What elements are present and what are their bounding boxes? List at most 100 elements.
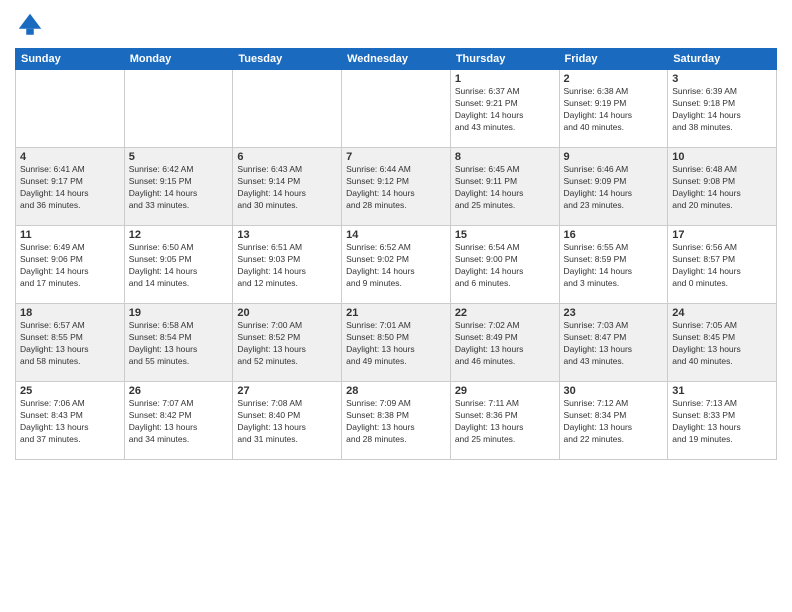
day-info: Sunrise: 6:58 AM Sunset: 8:54 PM Dayligh… xyxy=(129,320,229,368)
day-number: 17 xyxy=(672,229,772,241)
day-cell: 9Sunrise: 6:46 AM Sunset: 9:09 PM Daylig… xyxy=(559,148,668,226)
day-cell: 24Sunrise: 7:05 AM Sunset: 8:45 PM Dayli… xyxy=(668,304,777,382)
day-cell: 3Sunrise: 6:39 AM Sunset: 9:18 PM Daylig… xyxy=(668,70,777,148)
day-cell: 26Sunrise: 7:07 AM Sunset: 8:42 PM Dayli… xyxy=(124,382,233,460)
day-cell: 23Sunrise: 7:03 AM Sunset: 8:47 PM Dayli… xyxy=(559,304,668,382)
day-cell: 7Sunrise: 6:44 AM Sunset: 9:12 PM Daylig… xyxy=(342,148,451,226)
day-info: Sunrise: 6:51 AM Sunset: 9:03 PM Dayligh… xyxy=(237,242,337,290)
day-info: Sunrise: 6:45 AM Sunset: 9:11 PM Dayligh… xyxy=(455,164,555,212)
day-cell: 22Sunrise: 7:02 AM Sunset: 8:49 PM Dayli… xyxy=(450,304,559,382)
day-info: Sunrise: 7:13 AM Sunset: 8:33 PM Dayligh… xyxy=(672,398,772,446)
day-number: 4 xyxy=(20,151,120,163)
day-number: 29 xyxy=(455,385,555,397)
day-info: Sunrise: 7:00 AM Sunset: 8:52 PM Dayligh… xyxy=(237,320,337,368)
week-row-1: 1Sunrise: 6:37 AM Sunset: 9:21 PM Daylig… xyxy=(16,70,777,148)
day-info: Sunrise: 6:42 AM Sunset: 9:15 PM Dayligh… xyxy=(129,164,229,212)
day-number: 22 xyxy=(455,307,555,319)
day-number: 30 xyxy=(564,385,664,397)
day-number: 27 xyxy=(237,385,337,397)
day-number: 6 xyxy=(237,151,337,163)
day-info: Sunrise: 6:57 AM Sunset: 8:55 PM Dayligh… xyxy=(20,320,120,368)
week-row-5: 25Sunrise: 7:06 AM Sunset: 8:43 PM Dayli… xyxy=(16,382,777,460)
week-row-3: 11Sunrise: 6:49 AM Sunset: 9:06 PM Dayli… xyxy=(16,226,777,304)
day-cell: 18Sunrise: 6:57 AM Sunset: 8:55 PM Dayli… xyxy=(16,304,125,382)
day-cell: 5Sunrise: 6:42 AM Sunset: 9:15 PM Daylig… xyxy=(124,148,233,226)
day-info: Sunrise: 6:54 AM Sunset: 9:00 PM Dayligh… xyxy=(455,242,555,290)
header xyxy=(15,10,777,40)
day-cell: 10Sunrise: 6:48 AM Sunset: 9:08 PM Dayli… xyxy=(668,148,777,226)
day-cell: 25Sunrise: 7:06 AM Sunset: 8:43 PM Dayli… xyxy=(16,382,125,460)
day-cell: 29Sunrise: 7:11 AM Sunset: 8:36 PM Dayli… xyxy=(450,382,559,460)
day-info: Sunrise: 7:11 AM Sunset: 8:36 PM Dayligh… xyxy=(455,398,555,446)
day-cell: 15Sunrise: 6:54 AM Sunset: 9:00 PM Dayli… xyxy=(450,226,559,304)
col-header-monday: Monday xyxy=(124,49,233,70)
day-cell: 20Sunrise: 7:00 AM Sunset: 8:52 PM Dayli… xyxy=(233,304,342,382)
day-info: Sunrise: 6:49 AM Sunset: 9:06 PM Dayligh… xyxy=(20,242,120,290)
day-number: 8 xyxy=(455,151,555,163)
day-info: Sunrise: 7:03 AM Sunset: 8:47 PM Dayligh… xyxy=(564,320,664,368)
logo xyxy=(15,10,49,40)
day-info: Sunrise: 7:07 AM Sunset: 8:42 PM Dayligh… xyxy=(129,398,229,446)
day-cell: 2Sunrise: 6:38 AM Sunset: 9:19 PM Daylig… xyxy=(559,70,668,148)
day-info: Sunrise: 6:55 AM Sunset: 8:59 PM Dayligh… xyxy=(564,242,664,290)
day-info: Sunrise: 6:48 AM Sunset: 9:08 PM Dayligh… xyxy=(672,164,772,212)
day-cell: 19Sunrise: 6:58 AM Sunset: 8:54 PM Dayli… xyxy=(124,304,233,382)
day-cell: 11Sunrise: 6:49 AM Sunset: 9:06 PM Dayli… xyxy=(16,226,125,304)
day-info: Sunrise: 6:50 AM Sunset: 9:05 PM Dayligh… xyxy=(129,242,229,290)
calendar-table: SundayMondayTuesdayWednesdayThursdayFrid… xyxy=(15,48,777,460)
day-number: 23 xyxy=(564,307,664,319)
day-number: 21 xyxy=(346,307,446,319)
week-row-4: 18Sunrise: 6:57 AM Sunset: 8:55 PM Dayli… xyxy=(16,304,777,382)
day-cell: 14Sunrise: 6:52 AM Sunset: 9:02 PM Dayli… xyxy=(342,226,451,304)
day-number: 16 xyxy=(564,229,664,241)
day-number: 31 xyxy=(672,385,772,397)
day-number: 12 xyxy=(129,229,229,241)
day-cell: 1Sunrise: 6:37 AM Sunset: 9:21 PM Daylig… xyxy=(450,70,559,148)
page: SundayMondayTuesdayWednesdayThursdayFrid… xyxy=(0,0,792,612)
day-info: Sunrise: 6:39 AM Sunset: 9:18 PM Dayligh… xyxy=(672,86,772,134)
day-cell: 17Sunrise: 6:56 AM Sunset: 8:57 PM Dayli… xyxy=(668,226,777,304)
day-cell: 12Sunrise: 6:50 AM Sunset: 9:05 PM Dayli… xyxy=(124,226,233,304)
day-cell: 31Sunrise: 7:13 AM Sunset: 8:33 PM Dayli… xyxy=(668,382,777,460)
day-cell: 28Sunrise: 7:09 AM Sunset: 8:38 PM Dayli… xyxy=(342,382,451,460)
day-info: Sunrise: 7:08 AM Sunset: 8:40 PM Dayligh… xyxy=(237,398,337,446)
day-cell: 16Sunrise: 6:55 AM Sunset: 8:59 PM Dayli… xyxy=(559,226,668,304)
day-info: Sunrise: 7:01 AM Sunset: 8:50 PM Dayligh… xyxy=(346,320,446,368)
day-number: 3 xyxy=(672,73,772,85)
day-info: Sunrise: 7:12 AM Sunset: 8:34 PM Dayligh… xyxy=(564,398,664,446)
day-number: 13 xyxy=(237,229,337,241)
logo-icon xyxy=(15,10,45,40)
day-cell: 8Sunrise: 6:45 AM Sunset: 9:11 PM Daylig… xyxy=(450,148,559,226)
day-number: 28 xyxy=(346,385,446,397)
day-info: Sunrise: 6:41 AM Sunset: 9:17 PM Dayligh… xyxy=(20,164,120,212)
day-info: Sunrise: 7:05 AM Sunset: 8:45 PM Dayligh… xyxy=(672,320,772,368)
day-number: 14 xyxy=(346,229,446,241)
day-cell: 27Sunrise: 7:08 AM Sunset: 8:40 PM Dayli… xyxy=(233,382,342,460)
day-info: Sunrise: 6:43 AM Sunset: 9:14 PM Dayligh… xyxy=(237,164,337,212)
day-cell: 13Sunrise: 6:51 AM Sunset: 9:03 PM Dayli… xyxy=(233,226,342,304)
day-number: 24 xyxy=(672,307,772,319)
day-number: 11 xyxy=(20,229,120,241)
day-info: Sunrise: 7:06 AM Sunset: 8:43 PM Dayligh… xyxy=(20,398,120,446)
day-cell: 4Sunrise: 6:41 AM Sunset: 9:17 PM Daylig… xyxy=(16,148,125,226)
col-header-thursday: Thursday xyxy=(450,49,559,70)
day-number: 15 xyxy=(455,229,555,241)
day-info: Sunrise: 6:46 AM Sunset: 9:09 PM Dayligh… xyxy=(564,164,664,212)
day-number: 26 xyxy=(129,385,229,397)
col-header-tuesday: Tuesday xyxy=(233,49,342,70)
day-info: Sunrise: 7:02 AM Sunset: 8:49 PM Dayligh… xyxy=(455,320,555,368)
day-number: 1 xyxy=(455,73,555,85)
col-header-sunday: Sunday xyxy=(16,49,125,70)
day-number: 5 xyxy=(129,151,229,163)
col-header-friday: Friday xyxy=(559,49,668,70)
day-cell: 30Sunrise: 7:12 AM Sunset: 8:34 PM Dayli… xyxy=(559,382,668,460)
day-info: Sunrise: 7:09 AM Sunset: 8:38 PM Dayligh… xyxy=(346,398,446,446)
day-number: 2 xyxy=(564,73,664,85)
day-info: Sunrise: 6:37 AM Sunset: 9:21 PM Dayligh… xyxy=(455,86,555,134)
header-row: SundayMondayTuesdayWednesdayThursdayFrid… xyxy=(16,49,777,70)
day-cell xyxy=(233,70,342,148)
day-cell: 21Sunrise: 7:01 AM Sunset: 8:50 PM Dayli… xyxy=(342,304,451,382)
day-number: 20 xyxy=(237,307,337,319)
day-number: 18 xyxy=(20,307,120,319)
day-info: Sunrise: 6:44 AM Sunset: 9:12 PM Dayligh… xyxy=(346,164,446,212)
